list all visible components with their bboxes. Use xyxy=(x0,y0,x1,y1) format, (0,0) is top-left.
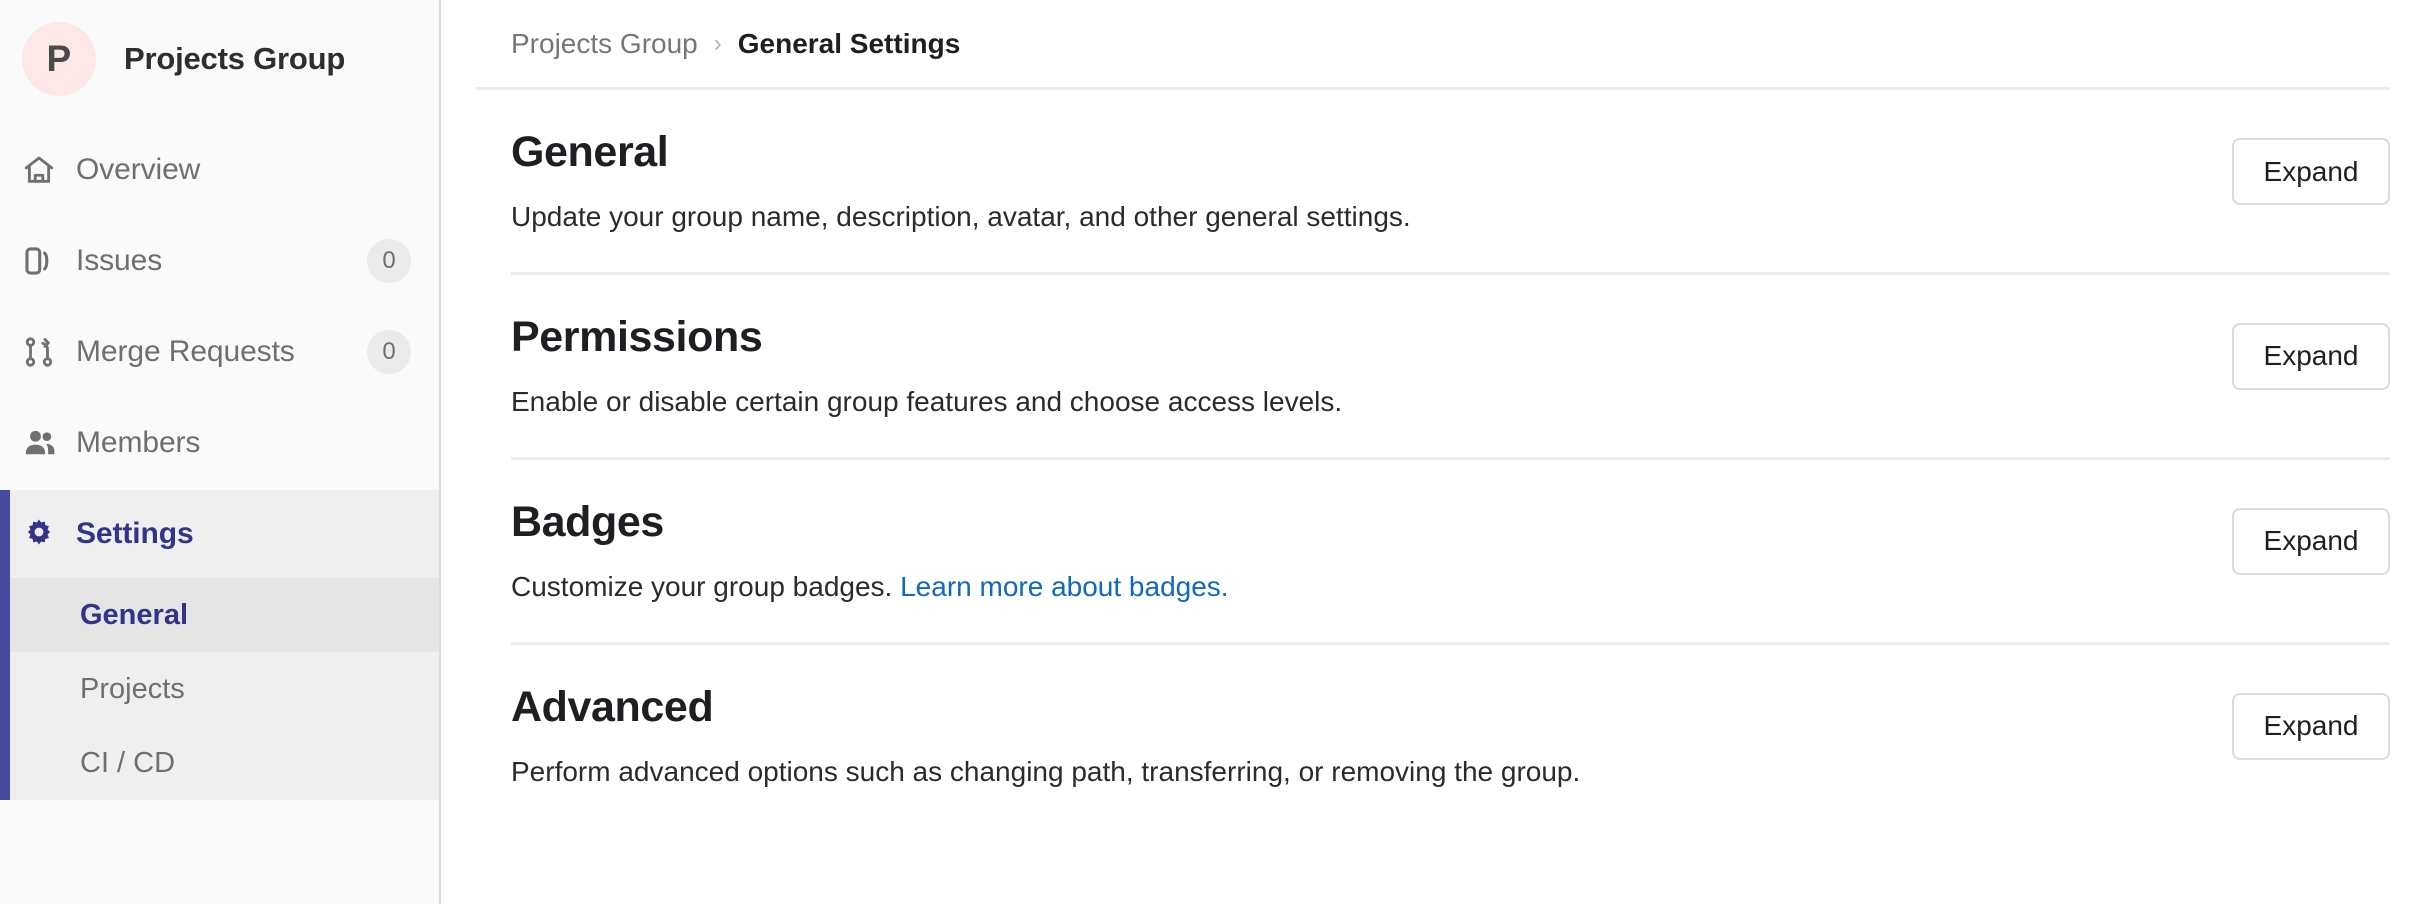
breadcrumb: Projects Group › General Settings xyxy=(476,0,2390,90)
chevron-right-icon: › xyxy=(713,29,722,57)
settings-section-advanced: Advanced Perform advanced options such a… xyxy=(511,645,2390,827)
gear-icon xyxy=(22,517,66,551)
settings-section-badges: Badges Customize your group badges. Lear… xyxy=(511,460,2390,645)
expand-button-advanced[interactable]: Expand xyxy=(2232,692,2390,760)
section-text: General Update your group name, descript… xyxy=(511,128,2232,236)
sidebar-item-merge-requests[interactable]: Merge Requests 0 xyxy=(0,306,439,397)
sidebar-item-settings[interactable]: Settings xyxy=(10,490,439,578)
sidebar-item-label: Settings xyxy=(76,517,194,550)
section-description: Enable or disable certain group features… xyxy=(511,383,2192,421)
sidebar-item-overview[interactable]: Overview xyxy=(0,124,439,215)
sidebar-item-label: Overview xyxy=(76,152,201,186)
sidebar-subitem-label: Projects xyxy=(80,672,185,705)
sidebar-item-label: Merge Requests xyxy=(76,334,295,368)
breadcrumb-current: General Settings xyxy=(737,27,961,59)
section-description: Update your group name, description, ava… xyxy=(511,198,2192,236)
expand-button-permissions[interactable]: Expand xyxy=(2232,322,2390,390)
section-description-text: Enable or disable certain group features… xyxy=(511,386,1343,418)
section-title: Badges xyxy=(511,497,664,546)
section-description: Customize your group badges. Learn more … xyxy=(511,568,2192,606)
breadcrumb-parent-link[interactable]: Projects Group xyxy=(511,28,698,60)
learn-more-badges-link[interactable]: Learn more about badges. xyxy=(900,571,1228,602)
section-title: Advanced xyxy=(511,682,714,731)
main-content: Projects Group › General Settings Genera… xyxy=(441,0,2426,904)
section-text: Badges Customize your group badges. Lear… xyxy=(511,498,2232,606)
issues-icon xyxy=(22,244,66,278)
sidebar-subitem-label: CI / CD xyxy=(80,746,176,779)
section-description-text: Perform advanced options such as changin… xyxy=(511,756,1581,788)
sidebar-item-label: Issues xyxy=(76,243,163,277)
sidebar-item-members[interactable]: Members xyxy=(0,397,439,488)
app-root: P Projects Group Overview Issues 0 Merge… xyxy=(0,0,2426,904)
sidebar-subitem-projects[interactable]: Projects xyxy=(10,652,439,726)
group-name: Projects Group xyxy=(124,41,346,76)
section-description-text: Update your group name, description, ava… xyxy=(511,201,1411,233)
sidebar-nav: Overview Issues 0 Merge Requests 0 Membe… xyxy=(0,118,439,800)
expand-button-general[interactable]: Expand xyxy=(2232,138,2390,205)
section-text: Advanced Perform advanced options such a… xyxy=(511,683,2232,791)
sidebar-item-issues[interactable]: Issues 0 xyxy=(0,215,439,306)
section-description-text: Customize your group badges. xyxy=(511,571,901,603)
sidebar-item-label: Members xyxy=(76,425,201,459)
sidebar-group-settings: Settings General Projects CI / CD xyxy=(0,490,439,800)
section-title: General xyxy=(511,128,669,176)
group-brand[interactable]: P Projects Group xyxy=(0,0,439,118)
section-text: Permissions Enable or disable certain gr… xyxy=(511,313,2232,421)
sidebar-subitem-ci-cd[interactable]: CI / CD xyxy=(10,726,439,800)
expand-button-badges[interactable]: Expand xyxy=(2232,507,2390,575)
section-title: Permissions xyxy=(511,312,763,361)
settings-section-permissions: Permissions Enable or disable certain gr… xyxy=(511,275,2390,460)
settings-sections: General Update your group name, descript… xyxy=(441,90,2426,827)
avatar: P xyxy=(22,22,96,96)
sidebar: P Projects Group Overview Issues 0 Merge… xyxy=(0,0,441,904)
home-icon xyxy=(22,153,66,187)
sidebar-subitem-label: General xyxy=(80,598,188,631)
section-description: Perform advanced options such as changin… xyxy=(511,753,2192,791)
merge-request-icon xyxy=(22,335,66,369)
issues-count-badge: 0 xyxy=(367,238,411,283)
merge-requests-count-badge: 0 xyxy=(367,329,411,374)
settings-section-general: General Update your group name, descript… xyxy=(511,90,2390,275)
sidebar-subitem-general[interactable]: General xyxy=(10,578,439,652)
members-icon xyxy=(22,425,66,461)
